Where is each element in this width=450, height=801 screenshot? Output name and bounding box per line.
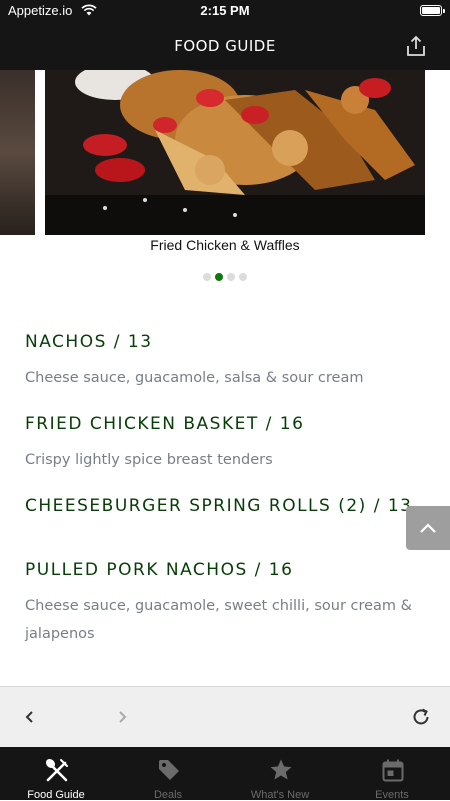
image-carousel[interactable]: Fried Chicken & Waffles [0, 70, 450, 285]
status-bar: Appetize.io 2:15 PM [0, 0, 450, 22]
carousel-slide-image[interactable] [45, 70, 425, 235]
reload-icon[interactable] [410, 706, 432, 728]
menu-item: PULLED PORK NACHOS / 16 Cheese sauce, gu… [25, 560, 430, 648]
chevron-left-icon[interactable] [20, 707, 40, 727]
chevron-right-icon[interactable] [112, 707, 132, 727]
calendar-icon [382, 759, 404, 782]
share-icon[interactable] [404, 34, 428, 58]
tab-label: Food Guide [27, 789, 85, 801]
tab-label: What's New [250, 789, 310, 801]
browser-toolbar [0, 686, 450, 747]
menu-item-description: Cheese sauce, guacamole, sweet chilli, s… [25, 598, 412, 642]
tag-icon [159, 760, 179, 780]
menu-item-description: Cheese sauce, guacamole, salsa & sour cr… [25, 370, 364, 386]
menu-item: CHEESEBURGER SPRING ROLLS (2) / 13 [25, 496, 430, 516]
tab-food-guide[interactable]: Food Guide [0, 747, 112, 801]
carousel-dot[interactable] [215, 273, 223, 281]
carousel-caption: Fried Chicken & Waffles [150, 237, 300, 253]
tab-bar: Food Guide Deals What's New Events [0, 747, 450, 801]
carousel-prev-slide[interactable] [0, 70, 35, 235]
menu-item: FRIED CHICKEN BASKET / 16 Crispy lightly… [25, 414, 430, 474]
star-icon [270, 759, 292, 780]
chevron-up-icon [420, 523, 436, 533]
menu-list: NACHOS / 13 Cheese sauce, guacamole, sal… [25, 332, 430, 670]
menu-item-title: CHEESEBURGER SPRING ROLLS (2) / 13 [25, 496, 413, 516]
tab-label: Events [375, 789, 409, 801]
carousel-page-indicator[interactable] [0, 273, 450, 281]
carousel-dot[interactable] [203, 273, 211, 281]
tab-events[interactable]: Events [336, 747, 448, 801]
tab-deals[interactable]: Deals [112, 747, 224, 801]
fork-knife-icon [45, 758, 68, 782]
battery-icon [420, 5, 445, 16]
tab-label: Deals [153, 789, 183, 801]
nav-bar: FOOD GUIDE [0, 22, 450, 70]
menu-item-title: FRIED CHICKEN BASKET / 16 [25, 414, 305, 434]
menu-item: NACHOS / 13 Cheese sauce, guacamole, sal… [25, 332, 430, 392]
tab-whats-new[interactable]: What's New [224, 747, 336, 801]
status-time: 2:15 PM [200, 3, 250, 18]
menu-item-title: NACHOS / 13 [25, 332, 153, 352]
carousel-dot[interactable] [227, 273, 235, 281]
scroll-to-top-button[interactable] [406, 506, 450, 550]
carousel-dot[interactable] [239, 273, 247, 281]
page-title: FOOD GUIDE [174, 37, 276, 55]
menu-item-description: Crispy lightly spice breast tenders [25, 452, 273, 468]
menu-item-title: PULLED PORK NACHOS / 16 [25, 560, 294, 580]
